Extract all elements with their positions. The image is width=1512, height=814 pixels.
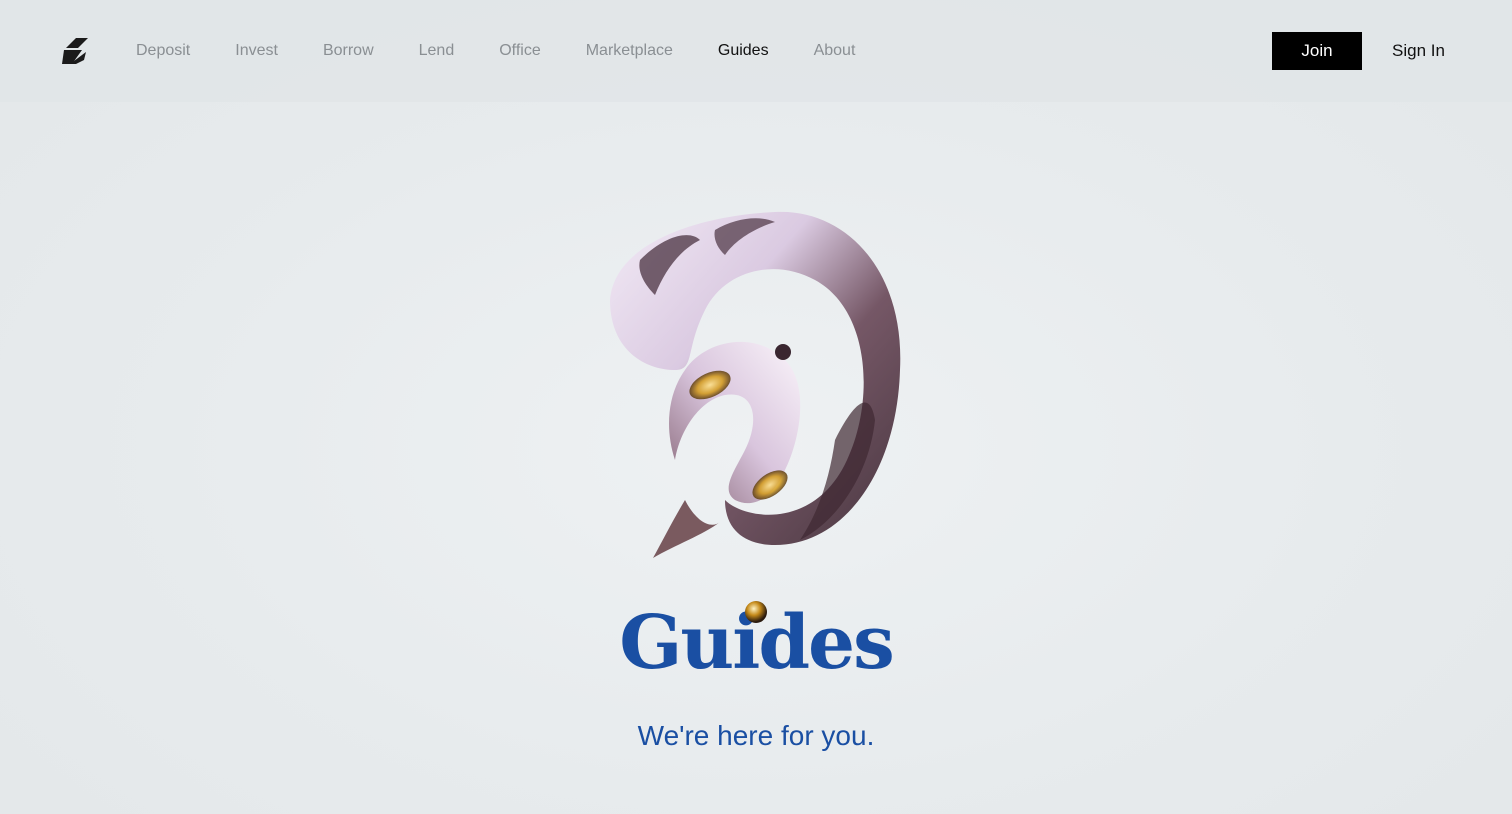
nav-item-office[interactable]: Office	[499, 38, 541, 66]
nav-item-marketplace[interactable]: Marketplace	[586, 38, 673, 66]
nav-item-lend[interactable]: Lend	[419, 38, 455, 66]
brand-logo-icon[interactable]	[60, 34, 90, 68]
top-navigation-bar: Deposit Invest Borrow Lend Office Market…	[0, 0, 1512, 102]
chrome-ribbon-swirl-icon	[610, 211, 901, 558]
join-button[interactable]: Join	[1272, 32, 1362, 70]
sign-in-link[interactable]: Sign In	[1392, 38, 1445, 64]
chrome-sphere-icon	[745, 601, 767, 623]
nav-item-about[interactable]: About	[814, 38, 856, 66]
nav-item-deposit[interactable]: Deposit	[136, 38, 190, 66]
main-nav: Deposit Invest Borrow Lend Office Market…	[136, 38, 900, 66]
page-subtitle: We're here for you.	[637, 720, 875, 751]
page: Deposit Invest Borrow Lend Office Market…	[0, 0, 1512, 814]
nav-item-borrow[interactable]: Borrow	[323, 38, 374, 66]
nav-item-guides[interactable]: Guides	[718, 38, 769, 66]
nav-item-invest[interactable]: Invest	[235, 38, 278, 66]
